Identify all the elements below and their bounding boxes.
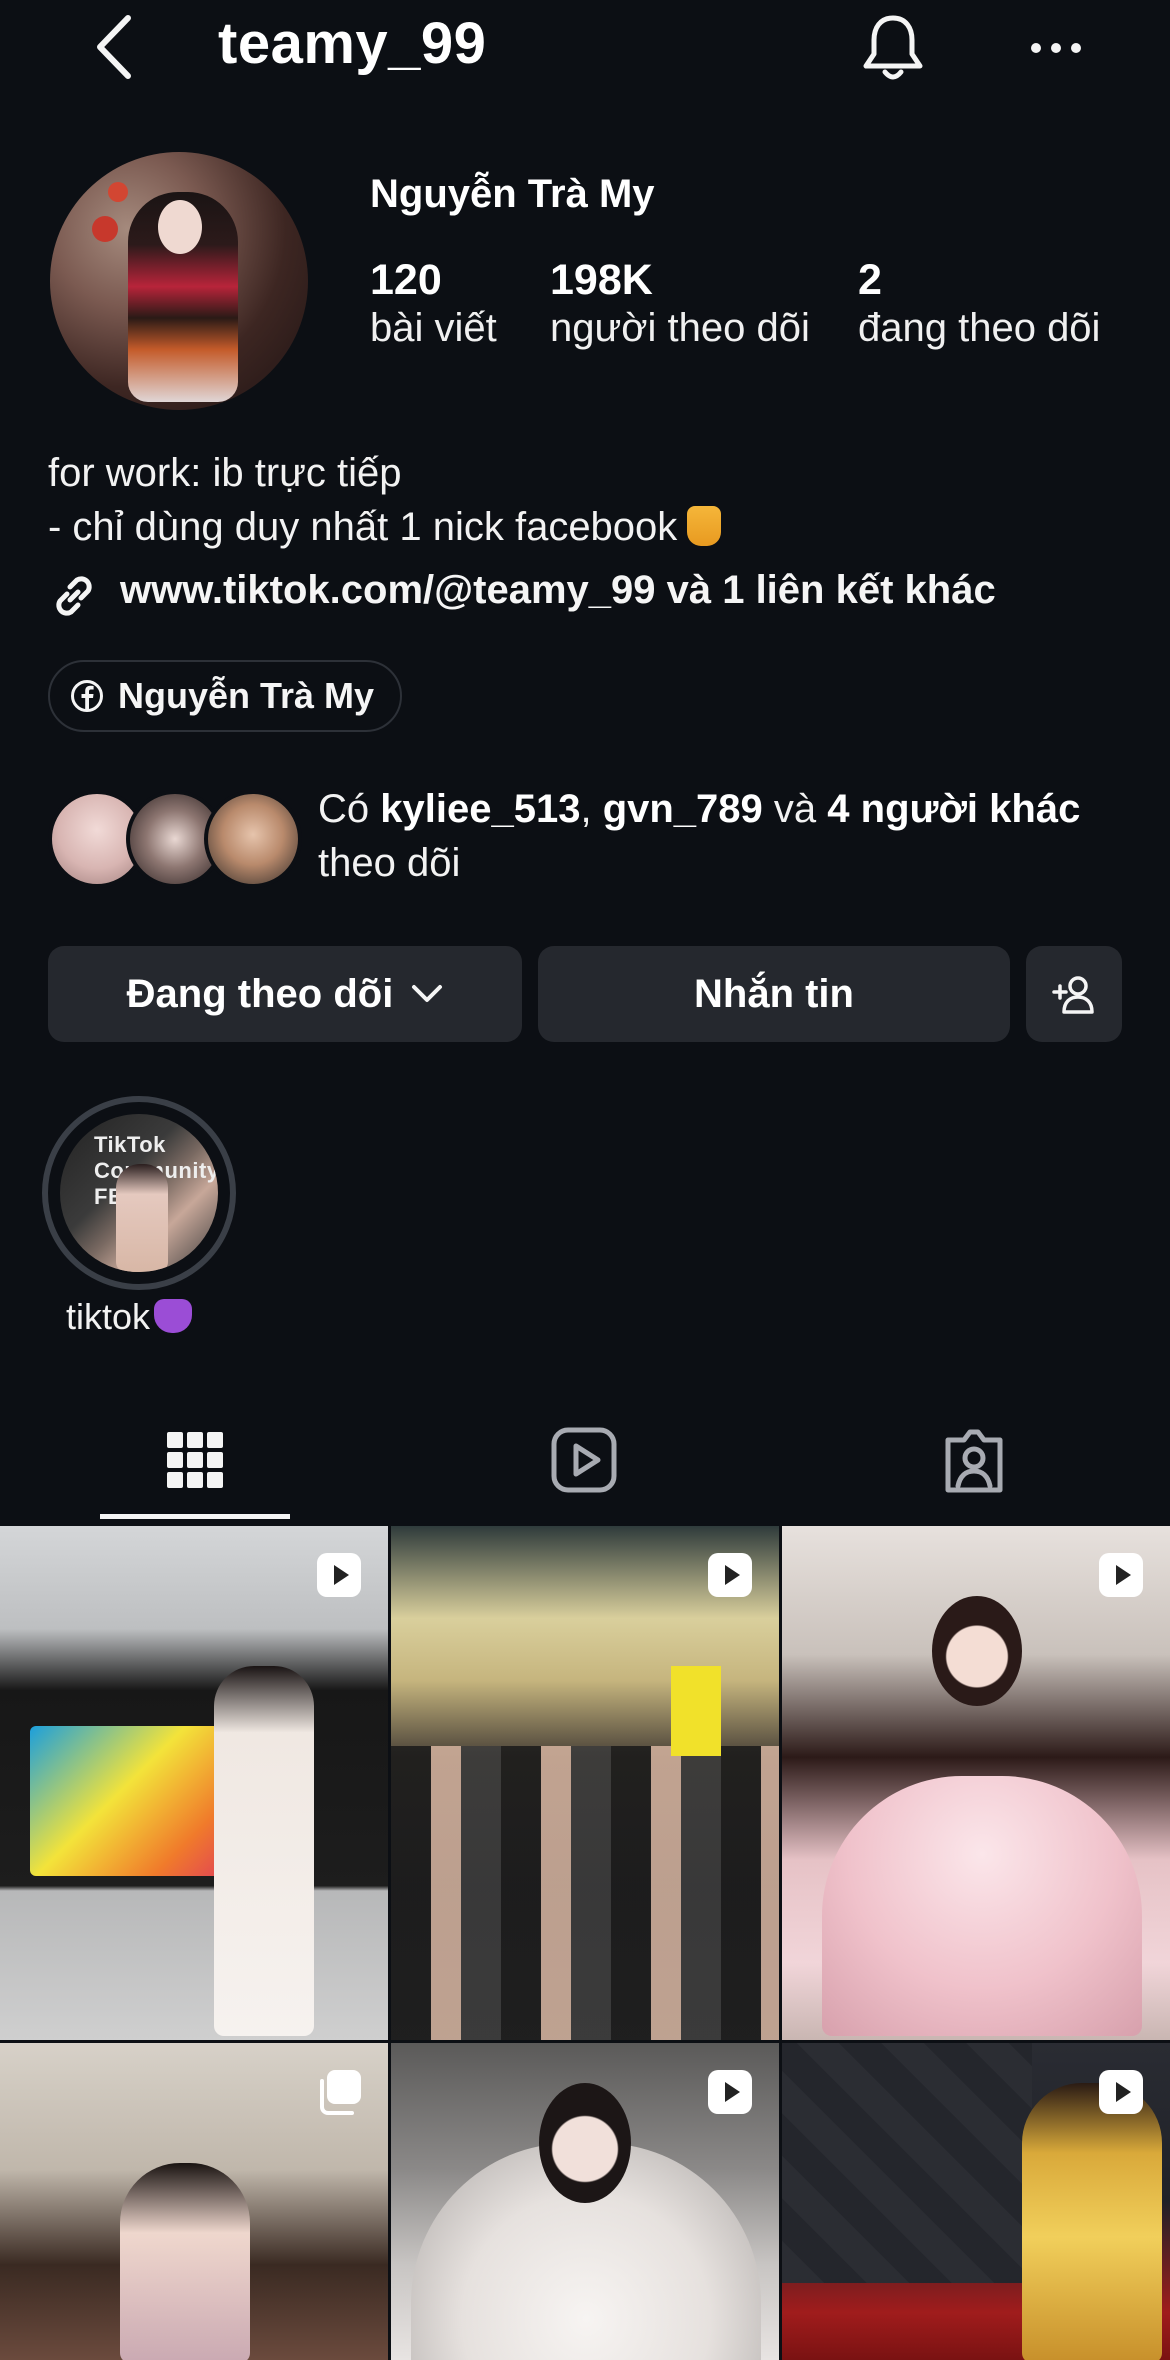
chevron-left-icon [97,15,131,79]
mutual-follower-1: kyliee_513 [380,787,581,831]
post-thumbnail[interactable] [0,2043,388,2360]
reel-play-icon [317,1553,361,1597]
avatar-flower [108,182,128,202]
posts-grid [0,1526,1170,2360]
thumbnail-backdrop [782,2043,1032,2283]
post-thumbnail[interactable] [391,2043,779,2360]
posts-count[interactable]: 120 bài viết [370,256,497,351]
top-bar: teamy_99 [0,0,1170,100]
thumbnail-crowd [391,1746,779,2040]
bio-link-text[interactable]: www.tiktok.com/@teamy_99 và 1 liên kết k… [120,568,996,613]
following-count[interactable]: 2 đang theo dõi [858,256,1100,351]
active-tab-indicator [100,1514,290,1519]
more-horizontal-icon [1031,43,1081,53]
avatar [204,790,302,888]
highlight-label-text: tiktok [66,1296,151,1337]
reel-play-icon [708,2070,752,2114]
tab-tagged[interactable] [934,1420,1014,1500]
following-button-label: Đang theo dõi [126,971,394,1016]
story-highlight-cover: TikTok Community FEST [60,1114,218,1272]
reel-play-icon [1099,2070,1143,2114]
reels-icon [551,1427,617,1493]
display-name: Nguyễn Trà My [370,172,655,216]
grid-icon [167,1432,223,1488]
carousel-icon [320,2070,361,2115]
more-options-button[interactable] [1030,30,1082,66]
thumbnail-person [214,1666,314,2036]
purple-heart-emoji-icon [154,1299,193,1333]
notifications-button[interactable] [858,10,928,84]
tab-posts-grid[interactable] [155,1420,235,1500]
followers-count-label: người theo dõi [550,306,810,351]
bio-line: for work: ib trực tiếp [48,451,402,495]
thumbnail-head [932,1596,1022,1706]
followed-by-and: và [762,787,828,831]
post-thumbnail[interactable] [782,1526,1170,2040]
profile-bio: for work: ib trực tiếp - chỉ dùng duy nh… [48,446,722,554]
mutual-follower-2: gvn_789 [602,787,763,831]
chevron-down-icon [412,985,443,1002]
link-icon [56,576,92,616]
message-button[interactable]: Nhắn tin [538,946,1010,1042]
thumbnail-flag [671,1666,721,1756]
following-count-value: 2 [858,256,882,304]
reel-play-icon [708,1553,752,1597]
add-user-icon [1052,976,1094,1014]
profile-avatar[interactable] [50,152,308,410]
thumbnail-person [120,2163,250,2360]
story-highlight[interactable]: TikTok Community FEST [42,1096,236,1290]
story-highlight-label[interactable]: tiktok [66,1296,193,1338]
profile-tabs [0,1400,1170,1520]
followers-count[interactable]: 198K người theo dõi [550,256,810,351]
followers-count-value: 198K [550,256,653,304]
posts-count-value: 120 [370,256,442,304]
thumbnail-person [1022,2083,1162,2360]
pointing-down-hand-emoji-icon [687,506,722,546]
bio-line-2: - chỉ dùng duy nhất 1 nick facebook [48,500,722,554]
facebook-icon [71,680,103,712]
facebook-profile-chip[interactable]: Nguyễn Trà My [48,660,403,732]
thumbnail-dress [822,1776,1142,2036]
posts-count-label: bài viết [370,306,497,351]
following-count-label: đang theo dõi [858,306,1101,351]
suggest-users-button[interactable] [1026,946,1122,1042]
mutual-followers-others: 4 người khác [827,787,1081,831]
following-button[interactable]: Đang theo dõi [48,946,522,1042]
message-button-label: Nhắn tin [694,971,854,1016]
profile-username: teamy_99 [218,11,487,76]
tagged-user-icon [945,1429,1003,1493]
highlight-cover-figure [116,1164,168,1272]
mutual-followers-avatars[interactable] [48,790,302,890]
back-button[interactable] [88,12,140,82]
post-thumbnail[interactable] [0,1526,388,2040]
bio-line-text: - chỉ dùng duy nhất 1 nick facebook [48,505,678,549]
post-thumbnail[interactable] [782,2043,1170,2360]
avatar-flower [92,216,118,242]
avatar-face [158,200,202,254]
tab-reels[interactable] [544,1420,624,1500]
bio-link[interactable]: www.tiktok.com/@teamy_99 và 1 liên kết k… [48,566,1148,626]
followed-by-separator: , [580,787,603,831]
followed-by-prefix: Có [318,787,381,831]
facebook-name: Nguyễn Trà My [118,675,375,716]
mutual-followers-text[interactable]: Có kyliee_513, gvn_789 và 4 người khác t… [318,782,1098,890]
post-thumbnail[interactable] [391,1526,779,2040]
bell-icon [863,15,923,80]
followed-by-suffix: theo dõi [318,841,461,885]
reel-play-icon [1099,1553,1143,1597]
thumbnail-head [539,2083,631,2203]
